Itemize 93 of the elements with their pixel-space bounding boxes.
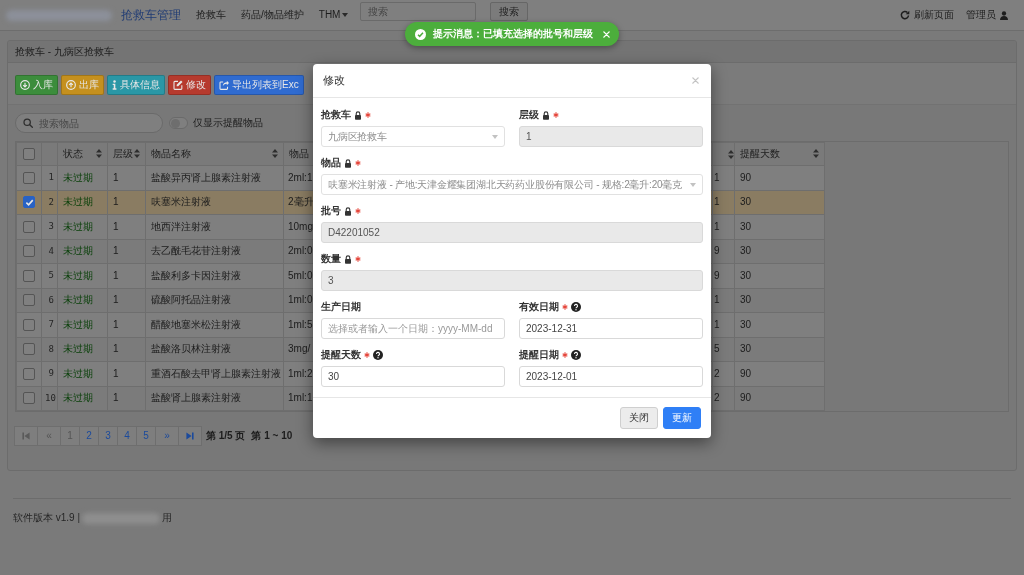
close-button[interactable]: 关闭 [620,407,658,429]
table-cell: 90 [734,386,825,411]
page-button[interactable]: 5 [136,426,156,446]
table-cell: 30 [734,288,825,313]
table-cell: 盐酸利多卡因注射液 [145,263,284,288]
help-icon[interactable] [571,302,581,312]
column-header[interactable]: 提醒天数 [734,142,825,166]
close-icon[interactable] [692,77,699,84]
circle-arrow-down-icon [20,80,30,90]
first-page-icon [22,432,30,440]
table-cell: 盐酸肾上腺素注射液 [145,386,284,411]
text-field[interactable]: 30 [321,366,505,387]
field-label: 批号 [321,205,341,217]
page-button[interactable]: 3 [98,426,118,446]
update-button[interactable]: 更新 [663,407,701,429]
table-cell: 硫酸阿托品注射液 [145,288,284,313]
field-label: 生产日期 [321,301,361,313]
search-button[interactable]: 搜索 [490,2,529,21]
last-page-icon [186,432,194,440]
field-label: 有效日期 [519,301,559,313]
select-all-checkbox[interactable] [23,148,35,160]
user-icon [1000,10,1008,20]
table-cell: 30 [734,239,825,264]
row-checkbox[interactable] [23,245,35,258]
help-icon[interactable] [571,350,581,360]
refresh-icon [900,10,910,20]
table-cell: 盐酸异丙肾上腺素注射液 [145,165,284,190]
toolbar-button[interactable]: 导出列表到Exc [214,75,304,95]
field-label: 提醒日期 [519,349,559,361]
table-cell: 30 [734,190,825,215]
toolbar-button[interactable]: 具体信息 [107,75,165,95]
dialog-title: 修改 [323,73,345,88]
check-circle-icon [415,28,426,40]
toast-message: 提示消息：已填充选择的批号和层级 [433,28,593,40]
nav-link[interactable]: 药品/物品维护 [241,9,304,21]
page-button[interactable]: 4 [117,426,137,446]
row-checkbox[interactable] [23,318,35,331]
table-cell: 90 [734,361,825,386]
table-cell: 30 [734,312,825,337]
column-header[interactable] [712,142,735,166]
toolbar-button[interactable]: 出库 [61,75,104,95]
circle-arrow-up-icon [66,80,76,90]
nav-link[interactable]: THM [318,9,349,21]
search-icon [23,118,33,128]
table-cell: 重酒石酸去甲肾上腺素注射液 [145,361,284,386]
row-checkbox[interactable] [23,367,35,380]
footer-text: 用 [162,512,173,524]
row-checkbox[interactable] [23,294,35,307]
table-cell: 呋塞米注射液 [145,190,284,215]
row-checkbox[interactable] [23,343,35,356]
version-text: 软件版本 v1.9 | [13,512,81,524]
next-page-button[interactable]: » [155,426,179,446]
table-cell: 地西泮注射液 [145,214,284,239]
toolbar-button[interactable]: 入库 [15,75,58,95]
info-icon [112,80,117,90]
toolbar-button[interactable]: 修改 [168,75,211,95]
share-icon [219,80,229,90]
last-page-button[interactable] [178,426,202,446]
table-cell: 去乙酰毛花苷注射液 [145,239,284,264]
refresh-link[interactable]: 刷新页面 [900,9,954,21]
help-icon[interactable] [373,350,383,360]
field-label: 提醒天数 [321,349,361,361]
column-header[interactable]: 状态 [57,142,108,166]
table-cell: 30 [734,214,825,239]
toggle-label: 仅显示提醒物品 [193,117,263,129]
table-cell: 30 [734,263,825,288]
row-checkbox[interactable] [23,392,35,405]
edit-icon [173,80,183,90]
field-label: 抢救车 [321,109,351,121]
user-menu[interactable]: 管理员 [966,9,1008,21]
table-cell: 醋酸地塞米松注射液 [145,312,284,337]
row-checkbox[interactable] [23,269,35,282]
table-cell: 盐酸洛贝林注射液 [145,337,284,362]
text-field[interactable]: 2023-12-31 [519,318,703,339]
row-checkbox[interactable] [23,196,35,209]
table-cell: 30 [734,337,825,362]
range-info: 第 1 ~ 10 [251,430,293,442]
text-field[interactable]: 2023-12-01 [519,366,703,387]
caret-icon [492,134,498,139]
field-label: 层级 [519,109,539,121]
caret-icon [690,182,696,187]
row-checkbox[interactable] [23,171,35,184]
app-title[interactable]: 抢救车管理 [121,7,181,23]
field-label: 数量 [321,253,341,265]
row-checkbox[interactable] [23,220,35,233]
nav-link[interactable]: 抢救车 [196,9,226,21]
column-header[interactable]: 层级 [107,142,146,166]
table-cell: 90 [734,165,825,190]
column-header[interactable]: 物品名称 [145,142,284,166]
page-info: 第 1/5 页 [206,430,246,442]
panel-title: 抢救车 - 九病区抢救车 [15,45,114,58]
page-button[interactable]: 2 [79,426,99,446]
field-label: 物品 [321,157,341,169]
